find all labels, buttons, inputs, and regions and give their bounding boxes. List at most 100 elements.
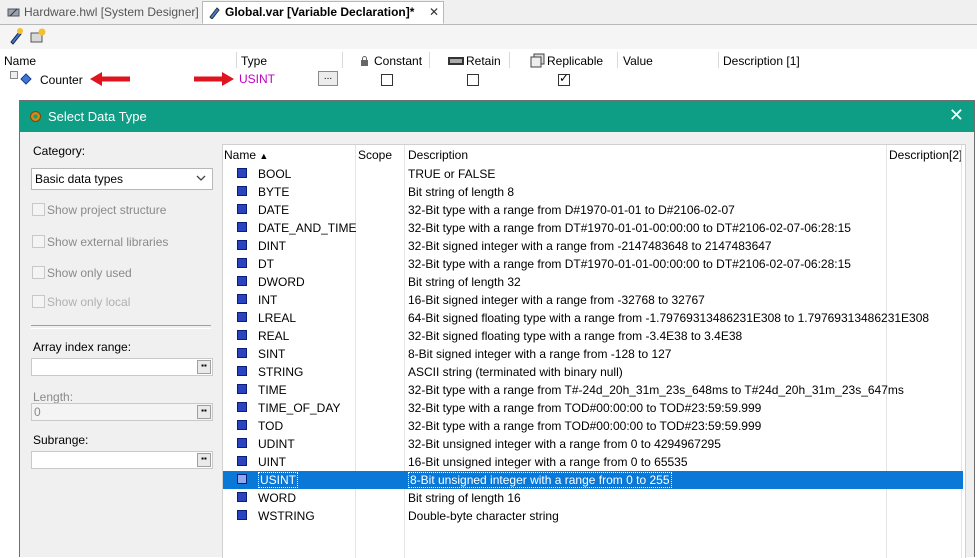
col-description-header[interactable]: Description [1] xyxy=(723,54,800,68)
variable-table: Name Type Constant Retain Replicable Val… xyxy=(4,52,977,90)
type-row-tod[interactable]: TOD 32-Bit type with a range from TOD#00:… xyxy=(223,417,963,435)
constant-checkbox[interactable] xyxy=(381,74,393,86)
data-type-icon xyxy=(237,384,247,394)
data-type-icon xyxy=(237,276,247,286)
type-row-sint[interactable]: SINT 8-Bit signed integer with a range fr… xyxy=(223,345,963,363)
col-type-header[interactable]: Type xyxy=(241,54,267,68)
retain-icon xyxy=(448,57,464,65)
type-row-dint[interactable]: DINT 32-Bit signed integer with a range f… xyxy=(223,237,963,255)
editor-tab-bar: Hardware.hwl [System Designer] Global.va… xyxy=(0,0,977,25)
type-description: 8-Bit unsigned integer with a range from… xyxy=(408,472,672,488)
variable-file-icon xyxy=(209,7,220,19)
type-name: LREAL xyxy=(258,311,297,325)
add-structure-icon[interactable] xyxy=(29,27,47,45)
tab-close-icon[interactable]: ✕ xyxy=(429,2,439,23)
subrange-input[interactable]: ▪▪ xyxy=(31,451,213,469)
variable-icon xyxy=(20,73,32,85)
tab-hardware-label: Hardware.hwl [System Designer] xyxy=(24,5,199,19)
type-description: 32-Bit type with a range from TOD#00:00:… xyxy=(408,401,762,415)
show-project-structure-checkbox[interactable] xyxy=(32,203,45,216)
add-variable-icon[interactable] xyxy=(7,27,25,45)
variable-name[interactable]: Counter xyxy=(40,73,83,87)
gear-icon xyxy=(30,111,41,122)
col-divider xyxy=(509,52,510,68)
type-row-int[interactable]: INT 16-Bit signed integer with a range fr… xyxy=(223,291,963,309)
arrow-right-icon xyxy=(194,72,234,86)
list-col-description-header[interactable]: Description xyxy=(408,145,468,165)
type-name: STRING xyxy=(258,365,304,379)
array-index-range-button[interactable]: ▪▪ xyxy=(197,360,211,374)
type-row-lreal[interactable]: LREAL 64-Bit signed floating type with a … xyxy=(223,309,963,327)
type-row-uint[interactable]: UINT 16-Bit unsigned integer with a range… xyxy=(223,453,963,471)
type-row-date-and-time[interactable]: DATE_AND_TIME 32-Bit type with a range fr… xyxy=(223,219,963,237)
col-constant-header[interactable]: Constant xyxy=(374,54,422,68)
length-input[interactable]: 0 ▪▪ xyxy=(31,403,213,421)
col-divider xyxy=(342,52,343,68)
browse-type-button[interactable]: ... xyxy=(318,71,338,86)
show-only-local-checkbox[interactable] xyxy=(32,295,45,308)
data-type-icon xyxy=(237,312,247,322)
type-row-wstring[interactable]: WSTRING Double-byte character string xyxy=(223,507,963,525)
type-description: 64-Bit signed floating type with a range… xyxy=(408,311,930,325)
type-name: BYTE xyxy=(258,185,290,199)
col-name-header[interactable]: Name xyxy=(4,54,36,68)
show-only-used-label: Show only used xyxy=(47,266,132,280)
list-col-scope-header[interactable]: Scope xyxy=(358,145,392,165)
type-description: 16-Bit unsigned integer with a range fro… xyxy=(408,455,688,469)
type-row-bool[interactable]: BOOL TRUE or FALSE xyxy=(223,165,963,183)
type-row-byte[interactable]: BYTE Bit string of length 8 xyxy=(223,183,963,201)
list-col-name-label: Name xyxy=(224,148,257,162)
type-description: Bit string of length 8 xyxy=(408,185,515,199)
type-description: 32-Bit type with a range from DT#1970-01… xyxy=(408,221,851,235)
type-row-string[interactable]: STRING ASCII string (terminated with bina… xyxy=(223,363,963,381)
col-divider xyxy=(429,52,430,68)
type-row-date[interactable]: DATE 32-Bit type with a range from D#1970… xyxy=(223,201,963,219)
col-value-header[interactable]: Value xyxy=(623,54,653,68)
type-description: 32-Bit type with a range from DT#1970-01… xyxy=(408,257,851,271)
retain-checkbox[interactable] xyxy=(467,74,479,86)
col-divider xyxy=(236,52,237,68)
col-replicable-header[interactable]: Replicable xyxy=(547,54,603,68)
show-project-structure-label: Show project structure xyxy=(47,203,167,217)
type-row-real[interactable]: REAL 32-Bit signed floating type with a r… xyxy=(223,327,963,345)
type-name: WSTRING xyxy=(258,509,315,523)
type-description: Bit string of length 32 xyxy=(408,275,521,289)
data-type-icon xyxy=(237,510,247,520)
type-row-time[interactable]: TIME 32-Bit type with a range from T#-24d… xyxy=(223,381,963,399)
type-name: TOD xyxy=(258,419,284,433)
dialog-title: Select Data Type xyxy=(48,109,147,124)
type-name: WORD xyxy=(258,491,296,505)
type-row-dword[interactable]: DWORD Bit string of length 32 xyxy=(223,273,963,291)
expand-icon[interactable] xyxy=(10,71,18,79)
length-label: Length: xyxy=(33,390,74,404)
array-index-range-input[interactable]: ▪▪ xyxy=(31,358,213,376)
tab-global-var[interactable]: Global.var [Variable Declaration]* ✕ xyxy=(202,1,444,24)
list-col-name-header[interactable]: Name ▲ xyxy=(224,145,268,165)
col-retain-header[interactable]: Retain xyxy=(466,54,501,68)
tab-hardware[interactable]: Hardware.hwl [System Designer] xyxy=(2,2,200,23)
type-description: 32-Bit signed floating type with a range… xyxy=(408,329,743,343)
type-row-time-of-day[interactable]: TIME_OF_DAY 32-Bit type with a range from… xyxy=(223,399,963,417)
type-row-dt[interactable]: DT 32-Bit type with a range from DT#1970-… xyxy=(223,255,963,273)
show-external-libraries-checkbox[interactable] xyxy=(32,235,45,248)
dialog-close-icon[interactable]: ✕ xyxy=(949,105,964,126)
type-row-word[interactable]: WORD Bit string of length 16 xyxy=(223,489,963,507)
show-external-libraries-label: Show external libraries xyxy=(47,235,169,249)
type-row-usint[interactable]: USINT 8-Bit unsigned integer with a range… xyxy=(223,471,963,489)
length-button[interactable]: ▪▪ xyxy=(197,405,211,419)
data-type-icon xyxy=(237,258,247,268)
variable-type[interactable]: USINT xyxy=(239,72,275,86)
list-col-description2-header[interactable]: Description[2] xyxy=(889,145,962,165)
tab-global-var-label: Global.var [Variable Declaration]* xyxy=(225,5,415,19)
category-dropdown[interactable]: Basic data types xyxy=(31,168,213,190)
type-name: DWORD xyxy=(258,275,305,289)
subrange-button[interactable]: ▪▪ xyxy=(197,453,211,467)
subrange-label: Subrange: xyxy=(33,433,89,447)
replicable-checkbox[interactable] xyxy=(558,71,570,86)
data-type-icon xyxy=(237,186,247,196)
show-only-used-checkbox[interactable] xyxy=(32,266,45,279)
type-name: DATE xyxy=(258,203,290,217)
type-description: 32-Bit type with a range from D#1970-01-… xyxy=(408,203,735,217)
type-row-udint[interactable]: UDINT 32-Bit unsigned integer with a rang… xyxy=(223,435,963,453)
type-description: 32-Bit type with a range from TOD#00:00:… xyxy=(408,419,762,433)
